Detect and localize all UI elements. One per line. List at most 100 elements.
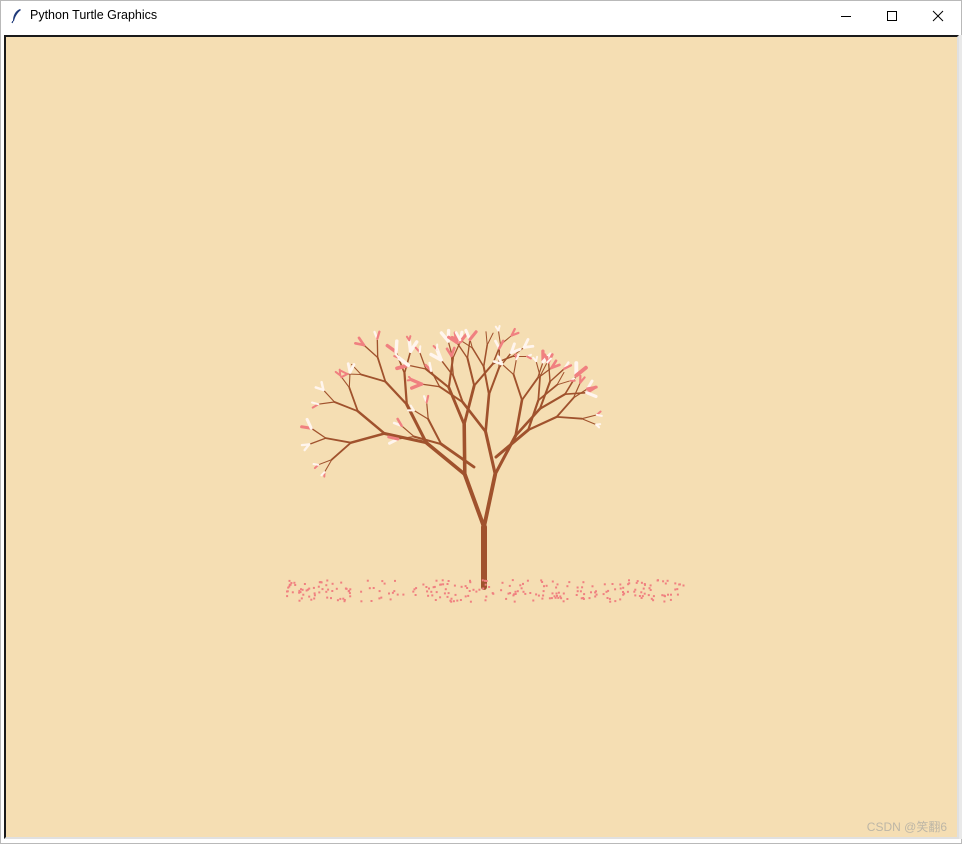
fallen-petal: [619, 587, 622, 590]
fallen-petal: [372, 587, 375, 589]
fallen-petal: [331, 590, 334, 592]
branch: [363, 344, 379, 359]
fallen-petal: [434, 599, 437, 601]
fallen-petal: [674, 588, 677, 591]
fallen-petal: [348, 592, 351, 595]
title-bar[interactable]: Python Turtle Graphics: [1, 1, 961, 32]
fallen-petal: [298, 591, 301, 594]
fallen-petal: [663, 600, 666, 603]
fallen-petal: [640, 591, 643, 594]
branch: [494, 428, 530, 459]
fallen-petal: [389, 598, 392, 601]
branch: [322, 389, 336, 403]
fallen-petal: [467, 594, 470, 597]
fallen-petal: [663, 594, 666, 597]
blossom: [418, 345, 422, 354]
fallen-petal: [378, 590, 381, 593]
fallen-petal: [402, 593, 405, 596]
fallen-petal: [656, 579, 659, 582]
fallen-petal: [551, 592, 554, 595]
fallen-petal: [556, 583, 559, 586]
fallen-petal: [312, 586, 315, 589]
blossom: [425, 394, 430, 404]
fallen-petal: [388, 592, 390, 595]
turtle-window: Python Turtle Graphics CSDN @笑翻6: [0, 0, 962, 844]
fallen-petal: [303, 583, 306, 585]
blossom: [387, 435, 400, 441]
fallen-petal: [313, 594, 316, 597]
blossom: [394, 339, 399, 354]
fallen-petal: [456, 599, 459, 602]
fallen-petal: [676, 593, 679, 596]
fallen-petal: [454, 593, 457, 596]
fallen-petal: [415, 587, 418, 590]
fallen-petal: [674, 582, 677, 585]
fallen-petal: [640, 581, 643, 584]
fallen-petal: [331, 582, 334, 585]
fallen-petal: [378, 597, 381, 600]
branch: [401, 425, 415, 438]
fallen-petal: [634, 588, 637, 591]
fallen-petal: [326, 596, 329, 599]
window-title: Python Turtle Graphics: [30, 8, 158, 22]
fallen-petal: [554, 596, 557, 599]
fallen-petal: [602, 593, 605, 596]
branch: [462, 422, 467, 477]
blossom: [348, 363, 356, 374]
fallen-petal: [491, 592, 494, 595]
fallen-petal: [383, 582, 386, 585]
fallen-petal: [381, 580, 384, 583]
branch: [356, 409, 386, 435]
fallen-petal: [557, 596, 560, 599]
fallen-petal: [308, 587, 311, 590]
fallen-petal: [441, 579, 444, 582]
fallen-petal: [522, 590, 525, 593]
maximize-icon: [887, 11, 897, 21]
fallen-petal: [460, 585, 463, 588]
fallen-petal: [428, 587, 430, 590]
fallen-petal: [481, 579, 484, 582]
fallen-petal: [513, 600, 516, 603]
fallen-petal: [360, 590, 363, 593]
fallen-petal: [447, 592, 450, 595]
branch: [555, 396, 575, 418]
branch: [348, 371, 351, 389]
fallen-petal: [450, 597, 453, 600]
fallen-petal: [666, 579, 669, 582]
minimize-button[interactable]: [823, 1, 869, 31]
fallen-petal: [634, 594, 637, 597]
feather-icon: [9, 8, 25, 24]
branch: [407, 364, 427, 370]
tree-blossoms: [300, 325, 603, 478]
fallen-petal: [640, 597, 643, 599]
close-button[interactable]: [915, 1, 961, 31]
fallen-petal: [349, 595, 352, 598]
branch: [419, 351, 427, 370]
fallen-petal: [609, 600, 612, 603]
fallen-petal: [644, 583, 646, 586]
fallen-petal: [512, 594, 515, 597]
fallen-petal: [582, 598, 585, 600]
fallen-petal: [339, 597, 342, 600]
fallen-petal: [446, 595, 449, 598]
fallen-petal: [370, 600, 373, 602]
fallen-petal: [414, 594, 417, 596]
fallen-petal: [511, 579, 514, 582]
branch: [308, 437, 327, 446]
fallen-petal: [431, 594, 434, 597]
fallen-petal: [526, 579, 529, 582]
fallen-petal: [302, 593, 305, 596]
fallen-petal: [619, 598, 622, 601]
fallen-petal: [442, 583, 445, 586]
fallen-petal: [603, 583, 606, 586]
branch: [521, 377, 539, 401]
fallen-petal: [622, 586, 625, 589]
turtle-canvas[interactable]: CSDN @笑翻6: [4, 35, 959, 839]
blossom: [535, 355, 539, 363]
fallen-petal: [555, 592, 558, 595]
branch: [537, 375, 541, 402]
fallen-petal: [670, 593, 672, 596]
fallen-petal: [330, 597, 332, 600]
maximize-button[interactable]: [869, 1, 915, 31]
branch: [497, 329, 502, 346]
